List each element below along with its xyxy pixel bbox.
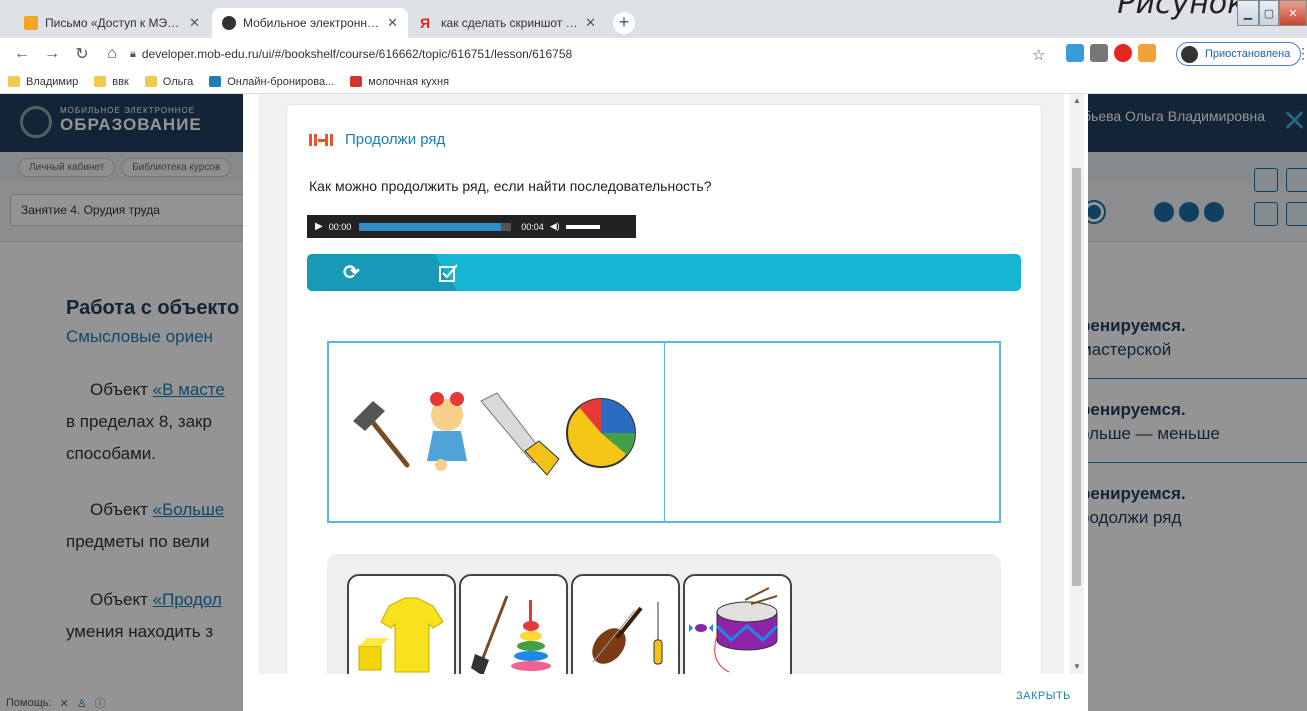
choice-cube-shirt[interactable] — [347, 574, 456, 674]
candy-drum-icon — [689, 587, 779, 673]
tab-title: Мобильное электронное образо — [243, 16, 381, 30]
modal-content: Продолжи ряд Как можно продолжить ряд, е… — [258, 94, 1064, 674]
audio-duration: 00:04 — [521, 221, 544, 232]
check-box-icon — [439, 263, 458, 282]
maximize-window-button[interactable]: ▢ — [1259, 0, 1279, 26]
url-field[interactable]: 🔒︎ developer.mob-edu.ru/ui/#/bookshelf/c… — [130, 44, 572, 64]
audio-player: ▶ 00:00 00:04 ◀) — [307, 215, 636, 238]
extension-icon[interactable] — [1066, 44, 1084, 62]
task-question: Как можно продолжить ряд, если найти пос… — [309, 178, 712, 194]
bookmark-star-icon[interactable]: ☆ — [1032, 46, 1045, 64]
refresh-icon: ⟳ — [343, 262, 360, 284]
yandex-favicon-icon: Я — [420, 15, 431, 31]
avatar — [1181, 46, 1198, 63]
choice-shovel-pyramid[interactable] — [459, 574, 568, 674]
browser-tab-mail[interactable]: Письмо «Доступ к МЭО» — Роди ✕ — [14, 8, 210, 38]
play-icon[interactable]: ▶ — [315, 221, 323, 232]
folder-icon — [94, 76, 107, 87]
close-tab-icon[interactable]: ✕ — [585, 15, 596, 31]
close-window-button[interactable]: ✕ — [1279, 0, 1307, 26]
home-icon[interactable]: ⌂ — [100, 45, 124, 63]
yandex-extension-icon[interactable] — [1114, 44, 1132, 62]
task-modal: Продолжи ряд Как можно продолжить ряд, е… — [243, 94, 1088, 711]
violin-screwdriver-icon — [592, 602, 663, 665]
reload-icon[interactable]: ↻ — [70, 44, 94, 64]
volume-slider[interactable] — [565, 224, 600, 229]
address-bar: ← → ↻ ⌂ 🔒︎ developer.mob-edu.ru/ui/#/boo… — [0, 38, 1307, 70]
kitchen-favicon-icon — [350, 76, 363, 87]
mob-edu-favicon-icon — [222, 16, 236, 30]
new-tab-button[interactable]: + — [613, 12, 635, 34]
scroll-down-icon[interactable]: ▼ — [1073, 662, 1081, 671]
back-arrow-icon[interactable]: ← — [10, 45, 34, 63]
sequence-grid — [327, 341, 1001, 523]
saw-icon — [480, 392, 560, 476]
task-toolbar: ⟳ — [307, 254, 1021, 291]
choice-candy-drum[interactable] — [683, 574, 792, 674]
bookmark-folder[interactable]: Ольга — [144, 76, 193, 88]
sequence-cell — [329, 343, 664, 521]
scroll-thumb[interactable] — [1072, 168, 1081, 586]
lock-icon: 🔒︎ — [130, 47, 136, 60]
profile-label: Приостановлена — [1205, 48, 1291, 60]
bookmark-link[interactable]: Онлайн-бронирова... — [209, 76, 334, 88]
volume-icon[interactable]: ◀) — [550, 221, 560, 232]
task-header: Продолжи ряд — [309, 131, 445, 148]
shovel-pyramid-icon — [471, 595, 551, 674]
close-tab-icon[interactable]: ✕ — [387, 15, 398, 31]
task-card: Продолжи ряд Как можно продолжить ряд, е… — [286, 104, 1042, 674]
audio-progress-bar[interactable] — [359, 222, 512, 231]
scroll-up-icon[interactable]: ▲ — [1073, 96, 1081, 105]
browser-menu-icon[interactable]: ⋮ — [1296, 45, 1307, 62]
cube-shirt-icon — [358, 597, 444, 673]
hammer-icon — [353, 401, 410, 468]
close-modal-button[interactable]: ЗАКРЫТЬ — [1016, 690, 1071, 702]
choice-violin-screwdriver[interactable] — [571, 574, 680, 674]
answer-options — [327, 554, 1001, 674]
browser-tab-yandex[interactable]: Я как сделать скриншот экрана на ✕ — [410, 8, 606, 38]
url-text: developer.mob-edu.ru/ui/#/bookshelf/cour… — [141, 47, 573, 61]
folder-icon — [144, 76, 157, 87]
forward-arrow-icon[interactable]: → — [40, 45, 64, 63]
doll-icon — [427, 392, 467, 471]
close-tab-icon[interactable]: ✕ — [189, 15, 200, 31]
task-area — [307, 307, 1021, 674]
sequence-images — [353, 392, 636, 476]
mail-favicon-icon — [24, 16, 38, 30]
bookmark-folder[interactable]: Владимир — [8, 76, 78, 88]
booking-favicon-icon — [209, 76, 222, 87]
minimize-window-button[interactable]: ▁ — [1237, 0, 1259, 26]
sequence-icon — [309, 133, 333, 146]
folder-icon — [8, 76, 20, 87]
audio-current-time: 00:00 — [328, 221, 352, 232]
task-title: Продолжи ряд — [345, 131, 446, 148]
bookmarks-bar: Владимир ввк Ольга Онлайн-бронирова... м… — [0, 70, 1307, 94]
key-extension-icon[interactable] — [1138, 44, 1156, 62]
modal-scrollbar[interactable]: ▲ ▼ — [1070, 94, 1084, 674]
tab-title: Письмо «Доступ к МЭО» — Роди — [45, 16, 184, 30]
extension-icon[interactable] — [1090, 44, 1108, 62]
browser-tab-mob-edu[interactable]: Мобильное электронное образо ✕ — [212, 8, 408, 38]
bookmark-link[interactable]: молочная кухня — [350, 76, 449, 88]
browser-tab-bar: Письмо «Доступ к МЭО» — Роди ✕ Мобильное… — [0, 0, 1307, 38]
bookmark-folder[interactable]: ввк — [94, 76, 129, 88]
answer-drop-cell[interactable] — [663, 343, 1000, 521]
ball-icon — [566, 398, 636, 468]
profile-button[interactable]: Приостановлена — [1176, 42, 1302, 66]
check-button[interactable] — [419, 254, 479, 291]
tab-title: как сделать скриншот экрана на — [441, 16, 579, 30]
audio-progress-fill — [359, 222, 501, 231]
